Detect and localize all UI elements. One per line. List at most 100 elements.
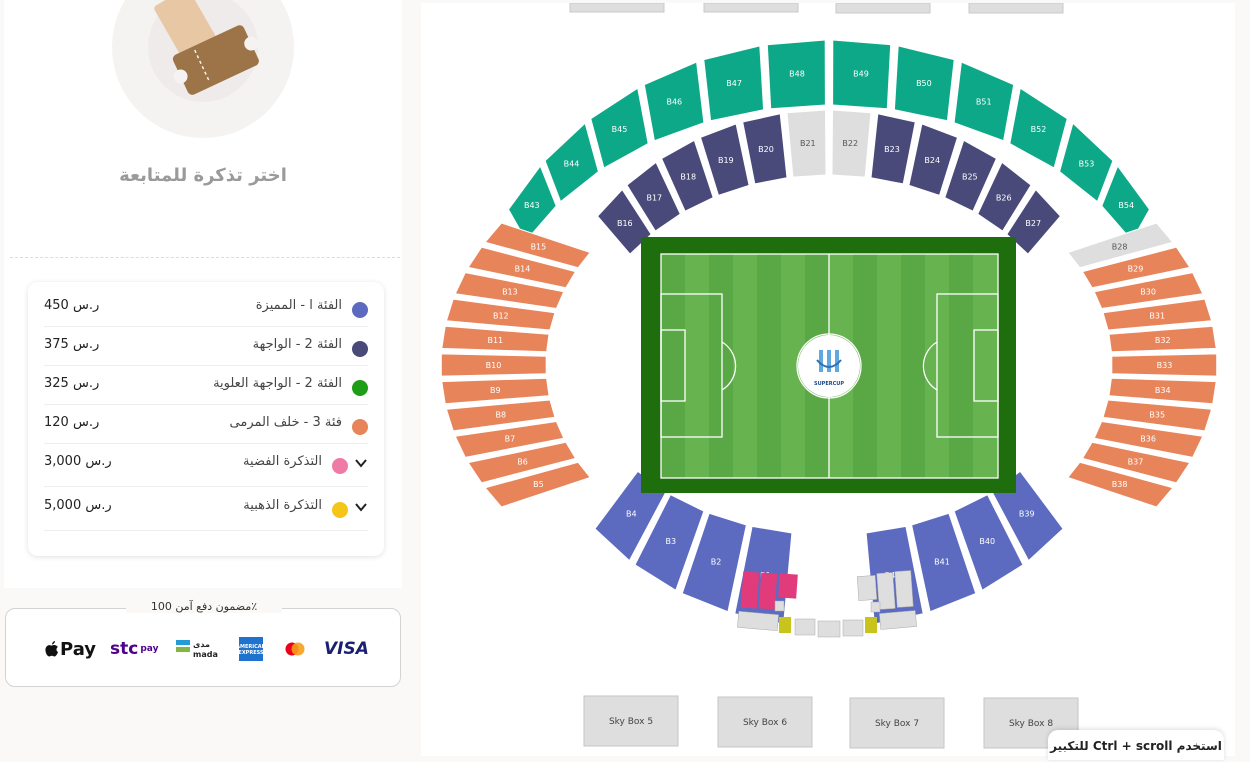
color-dot <box>332 458 348 474</box>
section-label: B46 <box>666 98 682 107</box>
color-dot <box>332 502 348 518</box>
section-label: B12 <box>493 312 509 321</box>
small-box[interactable] <box>737 611 779 631</box>
section-label: B5 <box>533 480 544 489</box>
gold-box[interactable] <box>779 617 791 633</box>
section-label: B16 <box>617 219 633 228</box>
section-label: B47 <box>726 79 742 88</box>
small-box[interactable] <box>842 619 864 637</box>
section-label: B53 <box>1079 160 1095 169</box>
apple-icon <box>45 641 58 657</box>
section-label: B49 <box>853 70 869 79</box>
price-legend: 450 ر.س الفئة ا - المميزة 375 ر.س الفئة … <box>28 282 384 556</box>
category-label: الفئة ا - المميزة <box>255 298 342 313</box>
section-label: B27 <box>1025 219 1041 228</box>
sky-box-label: Sky Box 7 <box>875 719 919 729</box>
section-label: B52 <box>1031 125 1047 134</box>
section-label: B41 <box>934 558 950 567</box>
section-label: B8 <box>496 410 507 419</box>
divider <box>10 257 400 258</box>
price-label: 375 ر.س <box>44 337 100 352</box>
pitch-stripe <box>733 254 757 478</box>
section-label: B34 <box>1155 386 1171 395</box>
ticket-selection-panel: اختر تذكرة للمتابعة 450 ر.س الفئة ا - ال… <box>4 0 402 588</box>
small-box[interactable] <box>774 600 785 612</box>
legend-item-front[interactable]: 375 ر.س الفئة 2 - الواجهة <box>44 327 368 366</box>
ticket-icon <box>154 0 259 95</box>
stadium-map[interactable]: B43 B44 B45 B46 B47 B48 B49 B50 B51 B52 B53 B54 B16 B… <box>421 2 1235 756</box>
vip-boxes[interactable] <box>737 570 917 638</box>
section-label: B20 <box>758 145 774 154</box>
pink-box[interactable] <box>740 571 760 609</box>
gold-box[interactable] <box>865 617 877 633</box>
section-label: B3 <box>666 537 677 546</box>
legend-item-upper-front[interactable]: 325 ر.س الفئة 2 - الواجهة العلوية <box>44 366 368 405</box>
sky-box-label: Sky Box 8 <box>1009 719 1053 729</box>
section-label: B17 <box>646 194 662 203</box>
section-label: B28 <box>1112 242 1128 251</box>
category-label: فئة 3 - خلف المرمى <box>229 415 342 430</box>
svg-text:مدى: مدى <box>193 640 210 649</box>
svg-text:mada: mada <box>193 650 218 659</box>
section-label: B29 <box>1128 264 1144 273</box>
section-label: B26 <box>996 194 1012 203</box>
section-label: B21 <box>800 139 816 148</box>
mastercard-logo <box>284 637 306 661</box>
section-label: B2 <box>711 558 722 567</box>
pitch-stripe <box>877 254 901 478</box>
category-label: الفئة 2 - الواجهة العلوية <box>213 376 342 391</box>
section-label: B7 <box>505 434 516 443</box>
section-label: B10 <box>486 361 502 370</box>
small-box[interactable] <box>817 620 841 638</box>
ticket-illustration <box>112 0 294 138</box>
small-box[interactable] <box>894 570 914 608</box>
price-label: 120 ر.س <box>44 415 100 430</box>
svg-text:EXPRESS: EXPRESS <box>239 650 263 656</box>
pink-box[interactable] <box>778 573 798 599</box>
top-box <box>968 2 1064 14</box>
section-label: B39 <box>1019 510 1035 519</box>
chevron-down-icon[interactable] <box>354 500 368 514</box>
sky-boxes[interactable]: Sky Box 5 Sky Box 6 Sky Box 7 Sky Box 8 <box>583 695 1079 749</box>
section-label: B24 <box>924 156 940 165</box>
small-box[interactable] <box>794 618 816 636</box>
legend-item-premium[interactable]: 450 ر.س الفئة ا - المميزة <box>44 288 368 327</box>
legend-item-silver[interactable]: 3,000 ر.س التذكرة الفضية <box>44 444 368 487</box>
small-box[interactable] <box>870 601 881 613</box>
stadium-map-panel[interactable]: B43 B44 B45 B46 B47 B48 B49 B50 B51 B52 B53 B54 B16 B… <box>421 2 1235 756</box>
section-label: B35 <box>1149 410 1165 419</box>
select-ticket-prompt: اختر تذكرة للمتابعة <box>119 165 287 186</box>
section-label: B33 <box>1157 361 1173 370</box>
section-label: B32 <box>1155 336 1171 345</box>
amex-logo: AMERICANEXPRESS <box>239 637 263 661</box>
color-dot <box>352 419 368 435</box>
price-label: 325 ر.س <box>44 376 100 391</box>
color-dot <box>352 302 368 318</box>
top-box <box>835 2 931 14</box>
top-box <box>569 2 665 13</box>
football-pitch: SUPERCUP <box>641 237 1016 493</box>
top-box <box>703 2 799 13</box>
section-label: B4 <box>626 510 637 519</box>
pink-box[interactable] <box>758 572 778 610</box>
mada-logo: مدى mada <box>176 637 220 661</box>
section-label: B6 <box>517 458 528 467</box>
section-label: B13 <box>502 288 518 297</box>
visa-logo: VISA <box>324 639 369 659</box>
section-label: B50 <box>916 79 932 88</box>
chevron-down-icon[interactable] <box>354 456 368 470</box>
section-label: B48 <box>789 70 805 79</box>
small-box[interactable] <box>856 575 878 601</box>
section-label: B38 <box>1112 480 1128 489</box>
section-label: B15 <box>531 242 547 251</box>
legend-item-behind-goal[interactable]: 120 ر.س فئة 3 - خلف المرمى <box>44 405 368 444</box>
apple-pay-label: Pay <box>60 638 97 660</box>
sky-box-label: Sky Box 6 <box>743 718 787 728</box>
apple-pay-logo: Pay <box>44 637 96 661</box>
small-box[interactable] <box>879 610 917 630</box>
secure-payment-box: مضمون دفع آمن 100٪ Pay stcpay مدىmada AM… <box>5 600 401 687</box>
legend-item-gold[interactable]: 5,000 ر.س التذكرة الذهبية <box>44 488 368 531</box>
price-label: 3,000 ر.س <box>44 454 112 469</box>
pitch-stripe <box>685 254 709 478</box>
section-label: B44 <box>564 160 580 169</box>
